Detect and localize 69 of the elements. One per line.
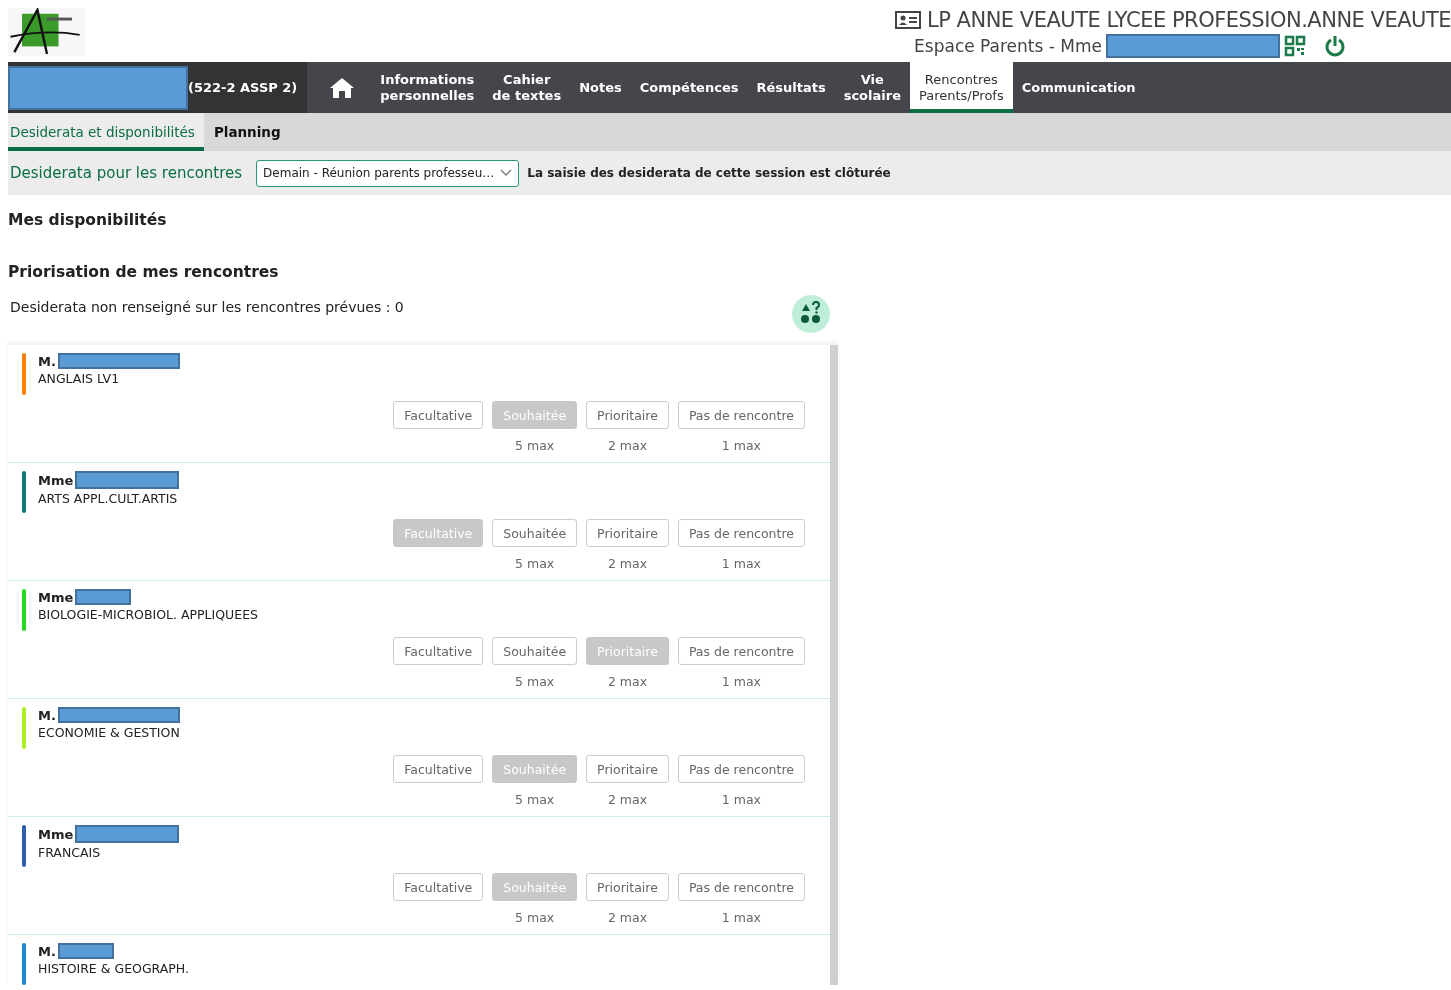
qr-code-icon[interactable] bbox=[1284, 35, 1306, 57]
priority-button[interactable]: Facultative bbox=[393, 637, 484, 665]
limit-label: 1 max bbox=[721, 438, 762, 454]
priority-button[interactable]: Facultative bbox=[393, 873, 484, 901]
limit-label: 2 max bbox=[607, 674, 648, 690]
subject-name: ANGLAIS LV1 bbox=[38, 371, 121, 386]
priority-button[interactable]: Pas de rencontre bbox=[677, 637, 805, 665]
priority-button[interactable]: Pas de rencontre bbox=[677, 519, 805, 547]
redacted-name bbox=[75, 589, 132, 605]
nav-tab[interactable]: Résultats bbox=[747, 62, 835, 113]
teacher-title: M. bbox=[38, 353, 56, 369]
nav-tab[interactable]: Notes bbox=[570, 62, 631, 113]
priority-button[interactable]: Facultative bbox=[393, 401, 484, 429]
nav-tab[interactable]: Communication bbox=[1012, 62, 1145, 113]
tab[interactable]: Desiderata et disponibilités bbox=[8, 113, 204, 151]
class-label: (522-2 ASSP 2) bbox=[188, 80, 298, 95]
shapes-help-icon[interactable] bbox=[792, 295, 830, 333]
limit-label: 1 max bbox=[721, 910, 762, 926]
priority-button[interactable]: Pas de rencontre bbox=[677, 401, 805, 429]
subject-name: FRANCAIS bbox=[38, 845, 102, 860]
teacher-title: M. bbox=[38, 707, 56, 723]
tab[interactable]: Planning bbox=[203, 113, 290, 151]
limit-label: 2 max bbox=[607, 792, 648, 808]
section-title: Mes disponibilités bbox=[8, 211, 168, 231]
summary-text: Desiderata non renseigné sur les rencontres prévues : 0 bbox=[10, 299, 404, 315]
limit-label: 2 max bbox=[607, 910, 648, 926]
chevron-down-icon bbox=[500, 169, 513, 177]
priority-button[interactable]: Facultative bbox=[393, 755, 484, 783]
priority-button[interactable]: Prioritaire bbox=[586, 755, 669, 783]
teacher-title: Mme bbox=[38, 589, 74, 605]
scrollbar[interactable] bbox=[830, 345, 838, 985]
subject-name: BIOLOGIE-MICROBIOL. APPLIQUEES bbox=[38, 607, 258, 622]
nav-tab[interactable]: Informations personnelles bbox=[371, 62, 484, 113]
session-dropdown[interactable]: Demain - Réunion parents professeu… bbox=[256, 159, 520, 187]
limit-label: 2 max bbox=[607, 556, 648, 572]
teacher-title: Mme bbox=[38, 472, 74, 488]
priority-button[interactable]: Prioritaire bbox=[586, 401, 669, 429]
power-icon[interactable] bbox=[1324, 35, 1346, 57]
id-card-icon bbox=[895, 11, 922, 29]
priority-button[interactable]: Pas de rencontre bbox=[677, 873, 805, 901]
priority-button[interactable]: Prioritaire bbox=[586, 873, 669, 901]
closed-notice: La saisie des desiderata de cette session est clôturée bbox=[527, 166, 891, 180]
limit-label: 1 max bbox=[721, 792, 762, 808]
subject-name: ECONOMIE & GESTION bbox=[38, 725, 180, 740]
school-name: LP ANNE VEAUTE LYCEE PROFESSION.ANNE VEAUTE bbox=[927, 8, 1451, 32]
limit-label: 5 max bbox=[515, 792, 555, 808]
priority-button[interactable]: Souhaitée bbox=[492, 637, 578, 665]
limit-label: 2 max bbox=[607, 438, 648, 454]
redacted-name bbox=[57, 943, 114, 959]
section-title: Priorisation de mes rencontres bbox=[8, 263, 280, 283]
filter-label: Desiderata pour les rencontres bbox=[9, 164, 243, 182]
teacher-title: M. bbox=[38, 943, 56, 959]
parent-space-label: Espace Parents - Mme bbox=[914, 36, 1102, 56]
priority-button[interactable]: Souhaitée bbox=[492, 519, 578, 547]
limit-label: 5 max bbox=[515, 556, 555, 572]
teacher-title: Mme bbox=[38, 826, 74, 842]
priority-button[interactable]: Prioritaire bbox=[586, 519, 669, 547]
nav-tab[interactable]: Vie scolaire bbox=[834, 62, 910, 113]
limit-label: 5 max bbox=[515, 438, 555, 454]
nav-tab[interactable]: Compétences bbox=[630, 62, 748, 113]
subject-name: HISTOIRE & GEOGRAPH. bbox=[38, 961, 189, 976]
limit-label: 1 max bbox=[721, 674, 762, 690]
limit-label: 5 max bbox=[515, 674, 555, 690]
nav-tab[interactable]: Cahier de textes bbox=[483, 62, 571, 113]
nav-tab[interactable]: Rencontres Parents/Profs bbox=[909, 62, 1013, 113]
subject-name: ARTS APPL.CULT.ARTIS bbox=[38, 491, 179, 506]
limit-label: 5 max bbox=[515, 910, 555, 926]
priority-button[interactable]: Pas de rencontre bbox=[677, 755, 805, 783]
limit-label: 1 max bbox=[721, 556, 762, 572]
